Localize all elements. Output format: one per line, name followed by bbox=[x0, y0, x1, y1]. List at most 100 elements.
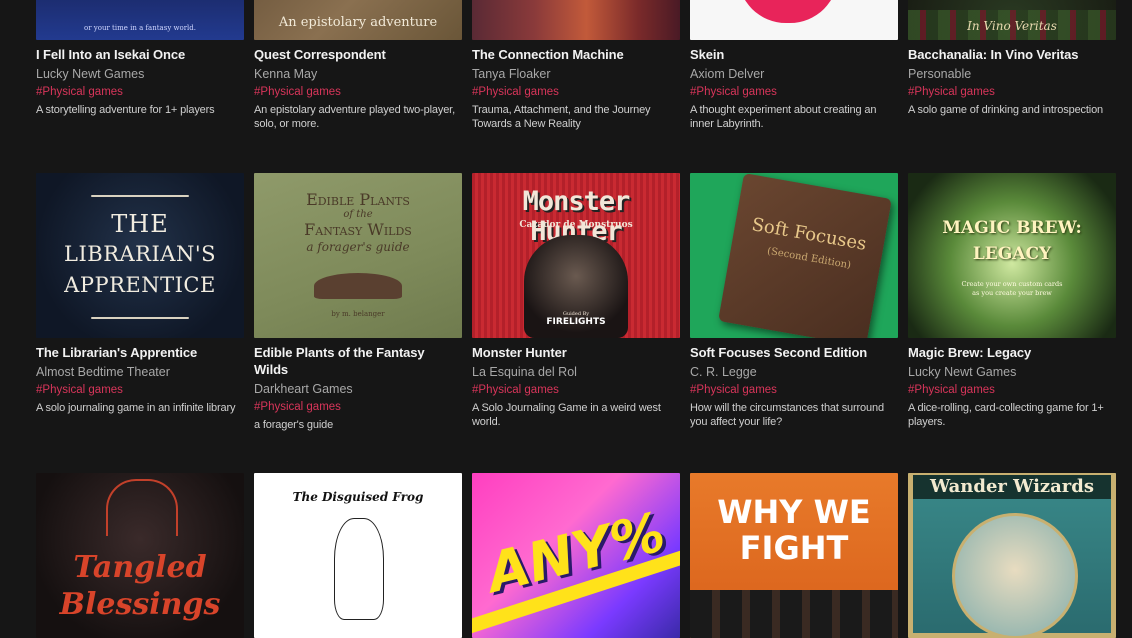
cover-caption-line: FIGHT bbox=[739, 529, 849, 567]
game-description: A solo game of drinking and introspectio… bbox=[908, 104, 1104, 116]
cover-caption-line: THE bbox=[111, 210, 169, 238]
game-tag[interactable]: #Physical games bbox=[254, 85, 462, 100]
game-author[interactable]: Almost Bedtime Theater bbox=[36, 364, 244, 380]
game-cover-connection-machine[interactable] bbox=[472, 0, 680, 40]
game-cell: Skein Axiom Delver #Physical games A tho… bbox=[690, 0, 898, 131]
cover-caption-line: The Disguised Frog bbox=[292, 490, 424, 504]
cover-caption-line: FIRELIGHTS bbox=[546, 317, 606, 327]
game-cover-monster-hunter[interactable]: Monster Hunter Cazador de Monstruos Guid… bbox=[472, 173, 680, 338]
cover-caption-line: Wander Wizards bbox=[913, 475, 1111, 499]
game-cell: An epistolary adventure Quest Correspond… bbox=[254, 0, 462, 131]
castle-illustration bbox=[106, 479, 178, 536]
game-cell: or your time in a fantasy world. I Fell … bbox=[36, 0, 244, 117]
game-tag[interactable]: #Physical games bbox=[690, 383, 898, 398]
cover-caption-line: Edible Plants bbox=[306, 190, 410, 209]
cover-caption: In Vino Veritas bbox=[967, 19, 1057, 33]
game-description: How will the circumstances that surround… bbox=[690, 402, 884, 428]
cover-caption-line: by m. belanger bbox=[331, 310, 385, 318]
game-cover-quest-correspondent[interactable]: An epistolary adventure bbox=[254, 0, 462, 40]
game-cell: ANY% bbox=[472, 473, 680, 638]
game-cell: Monster Hunter Cazador de Monstruos Guid… bbox=[472, 173, 680, 429]
game-author[interactable]: C. R. Legge bbox=[690, 364, 898, 380]
game-title[interactable]: Quest Correspondent bbox=[254, 46, 462, 63]
game-title[interactable]: The Librarian's Apprentice bbox=[36, 344, 244, 361]
cover-caption: or your time in a fantasy world. bbox=[84, 24, 196, 32]
cover-caption-line: MAGIC BREW: bbox=[942, 218, 1082, 238]
cover-caption: An epistolary adventure bbox=[278, 15, 438, 30]
game-cell: MAGIC BREW: LEGACY Create your own custo… bbox=[908, 173, 1116, 429]
game-cell: Edible Plants of the Fantasy Wilds a for… bbox=[254, 173, 462, 432]
game-author[interactable]: Personable bbox=[908, 66, 1116, 82]
game-cover-skein[interactable] bbox=[690, 0, 898, 40]
game-description: An epistolary adventure played two-playe… bbox=[254, 104, 455, 130]
game-cell: Tangled Blessings bbox=[36, 473, 244, 638]
game-cover-wander-wizards[interactable]: Wander Wizards bbox=[908, 473, 1116, 638]
game-cover-librarians-apprentice[interactable]: THE LIBRARIAN'S APPRENTICE bbox=[36, 173, 244, 338]
frog-illustration bbox=[334, 518, 384, 620]
cover-caption-line: Blessings bbox=[59, 587, 221, 622]
game-author[interactable]: Kenna May bbox=[254, 66, 462, 82]
game-title[interactable]: Monster Hunter bbox=[472, 344, 680, 361]
ornament-bottom bbox=[91, 317, 189, 319]
game-tag[interactable]: #Physical games bbox=[472, 383, 680, 398]
game-cover-isekai[interactable]: or your time in a fantasy world. bbox=[36, 0, 244, 40]
game-cover-tangled-blessings[interactable]: Tangled Blessings bbox=[36, 473, 244, 638]
game-author[interactable]: La Esquina del Rol bbox=[472, 364, 680, 380]
cover-caption-line: LIBRARIAN'S bbox=[64, 242, 216, 266]
game-description: Trauma, Attachment, and the Journey Towa… bbox=[472, 104, 651, 130]
game-author[interactable]: Tanya Floaker bbox=[472, 66, 680, 82]
game-title[interactable]: I Fell Into an Isekai Once bbox=[36, 46, 244, 63]
game-cell: WHY WE FIGHT bbox=[690, 473, 898, 638]
game-description: A solo journaling game in an infinite li… bbox=[36, 402, 236, 414]
game-author[interactable]: Axiom Delver bbox=[690, 66, 898, 82]
game-cover-bacchanalia[interactable]: In Vino Veritas bbox=[908, 0, 1116, 40]
game-tag[interactable]: #Physical games bbox=[690, 85, 898, 100]
game-cover-edible-plants[interactable]: Edible Plants of the Fantasy Wilds a for… bbox=[254, 173, 462, 338]
cover-caption-line: LEGACY bbox=[972, 244, 1052, 264]
cover-caption-line: Create your own custom cards bbox=[961, 280, 1063, 288]
cover-caption-line: Tangled bbox=[73, 550, 207, 585]
cover-caption-line: Fantasy Wilds bbox=[304, 220, 412, 239]
island-illustration bbox=[314, 273, 402, 299]
game-cover-why-we-fight[interactable]: WHY WE FIGHT bbox=[690, 473, 898, 638]
game-cell: The Disguised Frog bbox=[254, 473, 462, 638]
game-description: A dice-rolling, card-collecting game for… bbox=[908, 402, 1104, 428]
game-description: A Solo Journaling Game in a weird west w… bbox=[472, 402, 661, 428]
game-author[interactable]: Darkheart Games bbox=[254, 381, 462, 397]
game-description: A thought experiment about creating an i… bbox=[690, 104, 877, 130]
game-cell: THE LIBRARIAN'S APPRENTICE The Librarian… bbox=[36, 173, 244, 415]
game-tag[interactable]: #Physical games bbox=[908, 383, 1116, 398]
game-title[interactable]: Magic Brew: Legacy bbox=[908, 344, 1116, 361]
game-tag[interactable]: #Physical games bbox=[908, 85, 1116, 100]
game-title[interactable]: Soft Focuses Second Edition bbox=[690, 344, 898, 361]
wizard-portrait bbox=[952, 513, 1078, 638]
cover-caption-line: as you create your brew bbox=[972, 289, 1052, 297]
cover-caption-line: a forager's guide bbox=[306, 240, 410, 254]
game-tag[interactable]: #Physical games bbox=[254, 400, 462, 415]
game-cover-disguised-frog[interactable]: The Disguised Frog bbox=[254, 473, 462, 638]
game-cover-soft-focuses[interactable]: Soft Focuses (Second Edition) bbox=[690, 173, 898, 338]
game-cell: The Connection Machine Tanya Floaker #Ph… bbox=[472, 0, 680, 131]
game-description: A storytelling adventure for 1+ players bbox=[36, 104, 215, 116]
game-title[interactable]: The Connection Machine bbox=[472, 46, 680, 63]
game-author[interactable]: Lucky Newt Games bbox=[908, 364, 1116, 380]
game-author[interactable]: Lucky Newt Games bbox=[36, 66, 244, 82]
red-circle-shape bbox=[738, 0, 838, 23]
game-tag[interactable]: #Physical games bbox=[36, 85, 244, 100]
soldiers-silhouette bbox=[690, 590, 898, 638]
game-cell: Soft Focuses (Second Edition) Soft Focus… bbox=[690, 173, 898, 429]
cover-caption-line: WHY WE bbox=[717, 493, 871, 531]
cover-caption-line: of the bbox=[343, 209, 373, 220]
game-cell: In Vino Veritas Bacchanalia: In Vino Ver… bbox=[908, 0, 1116, 117]
game-title[interactable]: Skein bbox=[690, 46, 898, 63]
game-title[interactable]: Bacchanalia: In Vino Veritas bbox=[908, 46, 1116, 63]
game-title[interactable]: Edible Plants of the Fantasy Wilds bbox=[254, 344, 462, 378]
game-tag[interactable]: #Physical games bbox=[472, 85, 680, 100]
ornament-top bbox=[91, 195, 189, 197]
game-tag[interactable]: #Physical games bbox=[36, 383, 244, 398]
game-description: a forager's guide bbox=[254, 419, 334, 431]
game-cover-any-percent[interactable]: ANY% bbox=[472, 473, 680, 638]
game-cover-magic-brew-legacy[interactable]: MAGIC BREW: LEGACY Create your own custo… bbox=[908, 173, 1116, 338]
cover-caption-line: Cazador de Monstruos bbox=[519, 220, 633, 230]
cover-caption-line: APPRENTICE bbox=[64, 273, 216, 297]
